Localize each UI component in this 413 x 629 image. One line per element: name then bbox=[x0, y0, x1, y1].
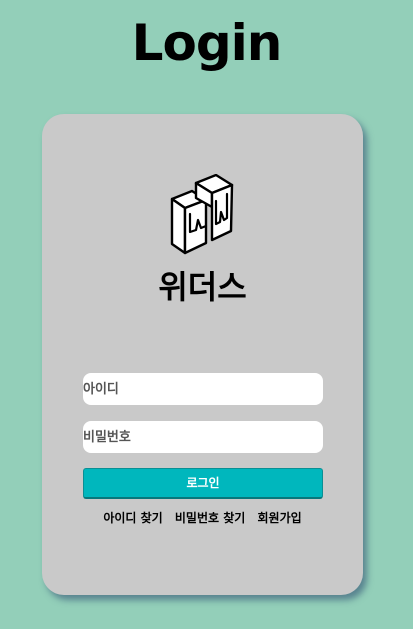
password-input[interactable] bbox=[83, 421, 323, 453]
account-links: 아이디 찾기 비밀번호 찾기 회원가입 bbox=[42, 510, 363, 526]
login-card: 위더스 로그인 아이디 찾기 비밀번호 찾기 회원가입 bbox=[42, 114, 363, 595]
find-password-link[interactable]: 비밀번호 찾기 bbox=[175, 510, 245, 526]
find-id-link[interactable]: 아이디 찾기 bbox=[103, 510, 162, 526]
sign-up-link[interactable]: 회원가입 bbox=[258, 510, 302, 526]
brand-name: 위더스 bbox=[158, 268, 247, 306]
page-title: Login bbox=[131, 14, 283, 72]
id-input[interactable] bbox=[83, 373, 323, 405]
login-button[interactable]: 로그인 bbox=[83, 468, 323, 499]
withus-logo-icon bbox=[170, 174, 234, 255]
